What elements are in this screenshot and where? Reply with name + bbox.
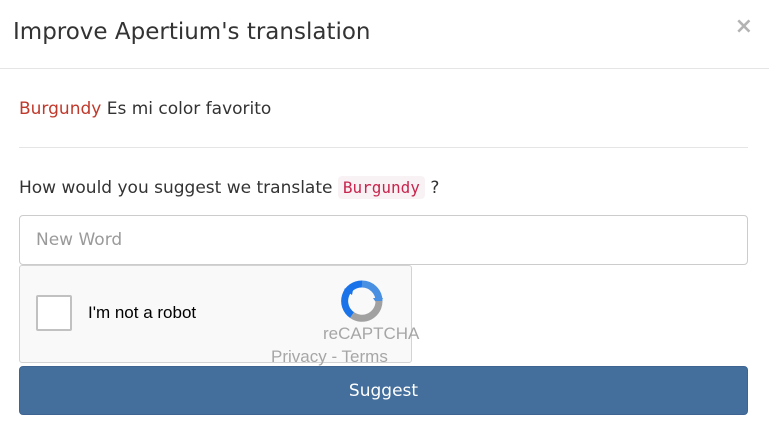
question-prefix: How would you suggest we translate xyxy=(19,178,338,198)
new-word-input[interactable] xyxy=(19,215,748,265)
source-sentence-rest: Es mi color favorito xyxy=(101,99,272,119)
recaptcha-label: I'm not a robot xyxy=(88,303,197,322)
recaptcha-checkbox[interactable] xyxy=(36,295,72,331)
question-text: How would you suggest we translate Burgu… xyxy=(19,176,439,200)
divider xyxy=(19,147,748,148)
privacy-link[interactable]: Privacy xyxy=(271,347,327,366)
recaptcha-widget: I'm not a robot reCAPTCHA Privacy - Term… xyxy=(19,265,419,366)
source-sentence: Burgundy Es mi color favorito xyxy=(19,97,271,121)
terms-link[interactable]: Terms xyxy=(342,347,388,366)
suggest-button[interactable]: Suggest xyxy=(19,366,748,415)
modal-header: Improve Apertium's translation × xyxy=(0,0,769,69)
close-button[interactable]: × xyxy=(735,14,753,40)
modal-title: Improve Apertium's translation xyxy=(13,19,371,45)
links-separator: - xyxy=(326,347,342,366)
question-suffix: ? xyxy=(424,178,440,198)
recaptcha-logo-icon xyxy=(341,280,383,322)
recaptcha-brand: reCAPTCHA xyxy=(323,324,420,343)
unknown-word: Burgundy xyxy=(19,99,102,119)
recaptcha-links: Privacy - Terms xyxy=(271,347,388,367)
question-word: Burgundy xyxy=(337,176,425,199)
